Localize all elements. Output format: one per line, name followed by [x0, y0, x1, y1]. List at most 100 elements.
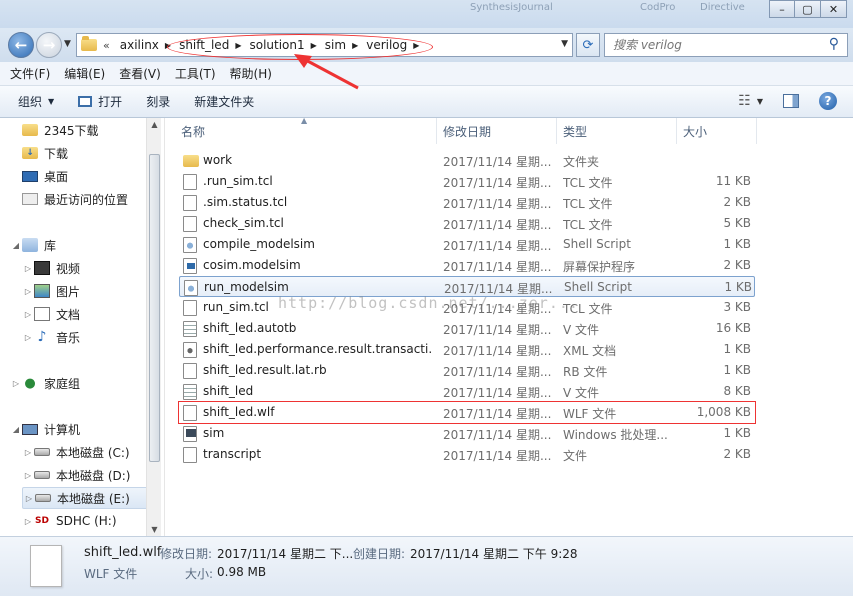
- menu-view[interactable]: 查看(V): [119, 65, 161, 82]
- file-row[interactable]: cosim.modelsim 2017/11/14 星期... 屏幕保护程序 2 KB: [179, 255, 755, 276]
- nav-item[interactable]: ▷ 图片: [22, 280, 161, 302]
- window-frame-top: SynthesisJournal CodPro Directive – ▢ ✕: [0, 0, 853, 30]
- maximize-button[interactable]: ▢: [795, 0, 821, 18]
- column-header-date[interactable]: 修改日期: [437, 118, 557, 144]
- expand-icon[interactable]: ▷: [22, 287, 34, 296]
- file-row[interactable]: shift_led.performance.result.transacti..…: [179, 339, 755, 360]
- search-icon[interactable]: ⚲: [829, 36, 839, 52]
- scroll-up-icon[interactable]: ▲: [147, 120, 162, 129]
- column-header-type[interactable]: 类型: [557, 118, 677, 144]
- file-icon: [183, 300, 197, 316]
- expand-icon[interactable]: ▷: [22, 264, 34, 273]
- file-name: shift_led.wlf: [203, 405, 275, 419]
- menu-file[interactable]: 文件(F): [10, 65, 50, 82]
- nav-item-label: 本地磁盘 (C:): [56, 445, 130, 460]
- column-header-name-label: 名称: [181, 124, 206, 139]
- address-history-dropdown[interactable]: ▼: [561, 39, 568, 49]
- open-label: 打开: [98, 95, 123, 109]
- nav-item[interactable]: ▷ ♪ 音乐: [22, 326, 161, 348]
- file-size: 1,008 KB: [696, 405, 751, 419]
- file-type: TCL 文件: [563, 176, 613, 190]
- new-folder-label: 新建文件夹: [194, 95, 255, 109]
- file-row[interactable]: transcript 2017/11/14 星期... 文件 2 KB: [179, 444, 755, 465]
- expand-collapse-icon[interactable]: ◢: [10, 425, 22, 434]
- shell-script-icon: [184, 280, 198, 296]
- expand-icon[interactable]: ▷: [22, 333, 34, 342]
- search-input[interactable]: [613, 38, 813, 52]
- nav-item[interactable]: 2345下载: [22, 119, 161, 141]
- file-date: 2017/11/14 星期...: [443, 155, 552, 169]
- file-date: 2017/11/14 星期...: [443, 218, 552, 232]
- file-thumbnail-icon: [30, 545, 62, 587]
- file-row[interactable]: sim 2017/11/14 星期... Windows 批处理... 1 KB: [179, 423, 755, 444]
- file-name: shift_led: [203, 384, 254, 398]
- menu-edit[interactable]: 编辑(E): [64, 65, 105, 82]
- column-header-size[interactable]: 大小: [677, 118, 757, 144]
- menu-help[interactable]: 帮助(H): [230, 65, 272, 82]
- view-controls: ☷ ▼ ?: [738, 92, 837, 110]
- nav-item[interactable]: ◢ 库: [10, 234, 150, 256]
- homegroup-icon: ●: [24, 375, 36, 391]
- file-type: TCL 文件: [563, 302, 613, 316]
- file-row[interactable]: .sim.status.tcl 2017/11/14 星期... TCL 文件 2 K…: [179, 192, 755, 213]
- expand-icon[interactable]: ▷: [22, 517, 34, 526]
- forward-button[interactable]: →: [36, 32, 62, 58]
- nav-item-label: 家庭组: [44, 376, 81, 391]
- minimize-button[interactable]: –: [769, 0, 795, 18]
- file-row[interactable]: .run_sim.tcl 2017/11/14 星期... TCL 文件 11 KB: [179, 171, 755, 192]
- file-icon: [183, 405, 197, 421]
- file-row-selected[interactable]: shift_led.wlf 2017/11/14 星期... WLF 文件 1,008…: [178, 401, 756, 424]
- drive-icon: [34, 471, 50, 479]
- preview-pane-icon[interactable]: [783, 94, 799, 108]
- open-button[interactable]: 打开: [78, 93, 122, 110]
- burn-button[interactable]: 刻录: [146, 93, 170, 110]
- expand-icon[interactable]: ▷: [10, 379, 22, 388]
- file-date: 2017/11/14 星期...: [443, 449, 552, 463]
- nav-item[interactable]: ▷ 本地磁盘 (D:): [22, 464, 161, 486]
- file-row[interactable]: check_sim.tcl 2017/11/14 星期... TCL 文件 5 KB: [179, 213, 755, 234]
- nav-scrollbar[interactable]: ▲ ▼: [146, 118, 161, 536]
- folder-icon: [81, 36, 97, 51]
- nav-item[interactable]: ▷ 文档: [22, 303, 161, 325]
- nav-item-selected[interactable]: ▷ 本地磁盘 (E:): [22, 487, 161, 509]
- expand-icon[interactable]: ▷: [23, 494, 35, 503]
- back-button[interactable]: ←: [8, 32, 34, 58]
- nav-item[interactable]: ▷ 本地磁盘 (C:): [22, 441, 161, 463]
- expand-icon[interactable]: ▷: [22, 310, 34, 319]
- organize-button[interactable]: 组织 ▼: [18, 93, 54, 110]
- recent-pages-dropdown[interactable]: ▼: [64, 39, 71, 49]
- nav-item[interactable]: ▷ SD SDHC (H:): [22, 510, 161, 532]
- view-dropdown-icon[interactable]: ▼: [757, 97, 763, 106]
- nav-item[interactable]: ▷ ● 家庭组: [10, 372, 150, 394]
- scrollbar-thumb[interactable]: [149, 154, 160, 462]
- scroll-down-icon[interactable]: ▼: [147, 525, 162, 534]
- file-row[interactable]: compile_modelsim 2017/11/14 星期... Shell Sc…: [179, 234, 755, 255]
- expand-icon[interactable]: ▷: [22, 471, 34, 480]
- view-options-icon[interactable]: ☷: [738, 93, 751, 109]
- nav-item[interactable]: 最近访问的位置: [22, 188, 161, 210]
- help-icon[interactable]: ?: [819, 92, 837, 110]
- breadcrumb-item[interactable]: axilinx: [120, 38, 159, 52]
- column-header-name[interactable]: 名称: [175, 118, 437, 144]
- file-name: cosim.modelsim: [203, 258, 301, 272]
- expand-collapse-icon[interactable]: ◢: [10, 241, 22, 250]
- file-row[interactable]: shift_led.result.lat.rb 2017/11/14 星期... R…: [179, 360, 755, 381]
- folder-icon: [22, 124, 38, 136]
- nav-item[interactable]: ▷ 视频: [22, 257, 161, 279]
- details-size-value: 0.98 MB: [217, 565, 267, 579]
- nav-item[interactable]: ◢ 计算机: [10, 418, 150, 440]
- nav-item[interactable]: ↓ 下载: [22, 142, 161, 164]
- file-type: RB 文件: [563, 365, 608, 379]
- file-list: ▲ 名称 修改日期 类型 大小 work 2017/11/14 星期... 文件夹 …: [164, 116, 853, 536]
- expand-icon[interactable]: ▷: [22, 448, 34, 457]
- file-name: run_modelsim: [204, 280, 289, 294]
- refresh-button[interactable]: ⟳: [576, 33, 600, 57]
- file-row[interactable]: work 2017/11/14 星期... 文件夹: [179, 150, 755, 171]
- nav-item[interactable]: 桌面: [22, 165, 161, 187]
- menu-tools[interactable]: 工具(T): [175, 65, 216, 82]
- overflow-chevron[interactable]: «: [103, 39, 110, 52]
- close-button[interactable]: ✕: [821, 0, 847, 18]
- file-row[interactable]: shift_led.autotb 2017/11/14 星期... V 文件 16 K…: [179, 318, 755, 339]
- new-folder-button[interactable]: 新建文件夹: [194, 93, 254, 110]
- file-row[interactable]: shift_led 2017/11/14 星期... V 文件 8 KB: [179, 381, 755, 402]
